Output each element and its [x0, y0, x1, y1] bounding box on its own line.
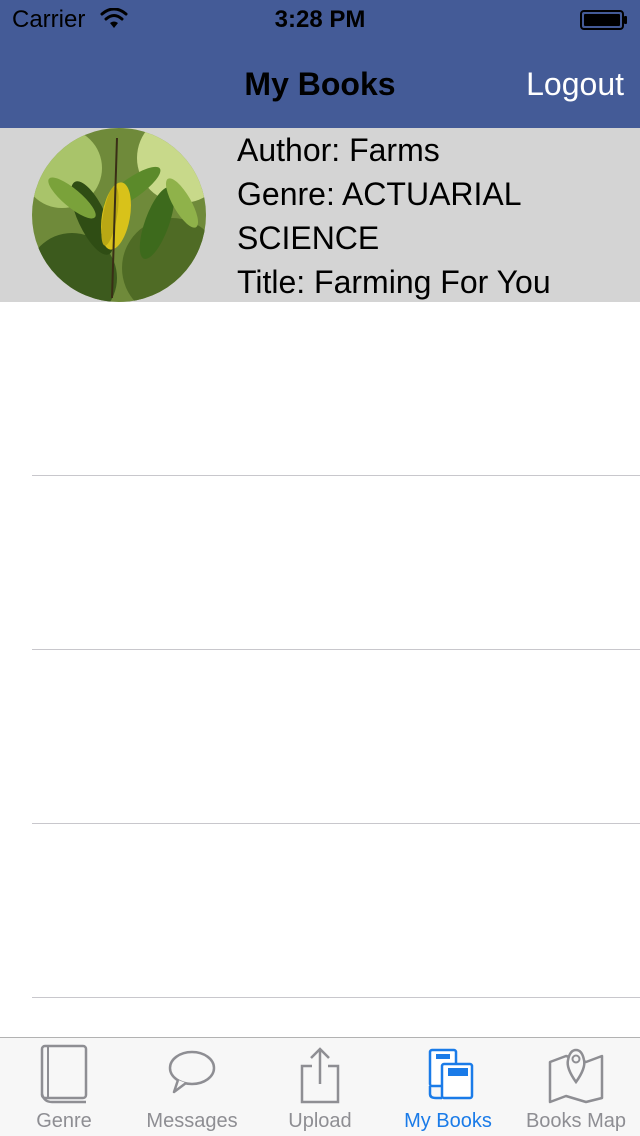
tab-label: Messages	[146, 1110, 238, 1132]
status-bar: Carrier 3:28 PM	[0, 0, 640, 40]
navigation-bar: Carrier 3:28 PM My Books Logout	[0, 0, 640, 128]
tab-upload[interactable]: Upload	[256, 1038, 384, 1136]
speech-bubble-icon	[168, 1050, 216, 1094]
book-details: Author: Farms Genre: ACTUARIAL SCIENCE T…	[237, 128, 637, 304]
book-thumbnail	[32, 128, 206, 302]
tab-label: Books Map	[525, 1110, 627, 1132]
leaf-photo-icon	[32, 128, 206, 302]
books-stack-icon	[428, 1048, 474, 1100]
row-separator	[32, 997, 640, 998]
book-author: Author: Farms	[237, 132, 440, 168]
tab-label: Genre	[36, 1110, 92, 1132]
tab-label: Upload	[288, 1110, 352, 1132]
tab-books-map[interactable]: Books Map	[512, 1038, 640, 1136]
battery-icon	[580, 10, 627, 30]
book-list-item[interactable]: Author: Farms Genre: ACTUARIAL SCIENCE T…	[0, 128, 640, 302]
share-upload-icon	[300, 1047, 340, 1104]
tab-my-books[interactable]: My Books	[384, 1038, 512, 1136]
logout-button[interactable]: Logout	[526, 66, 624, 103]
book-genre: Genre: ACTUARIAL SCIENCE	[237, 176, 521, 256]
row-separator	[32, 823, 640, 824]
tab-messages[interactable]: Messages	[128, 1038, 256, 1136]
row-separator	[32, 475, 640, 476]
tab-genre[interactable]: Genre	[0, 1038, 128, 1136]
row-separator	[32, 649, 640, 650]
map-pin-icon	[548, 1048, 604, 1104]
tab-label: My Books	[404, 1110, 492, 1132]
book-icon	[40, 1044, 88, 1104]
tab-bar: Genre Messages Upload My Books Books Map	[0, 1037, 640, 1136]
clock: 3:28 PM	[274, 6, 366, 33]
book-title: Title: Farming For You	[237, 264, 551, 300]
